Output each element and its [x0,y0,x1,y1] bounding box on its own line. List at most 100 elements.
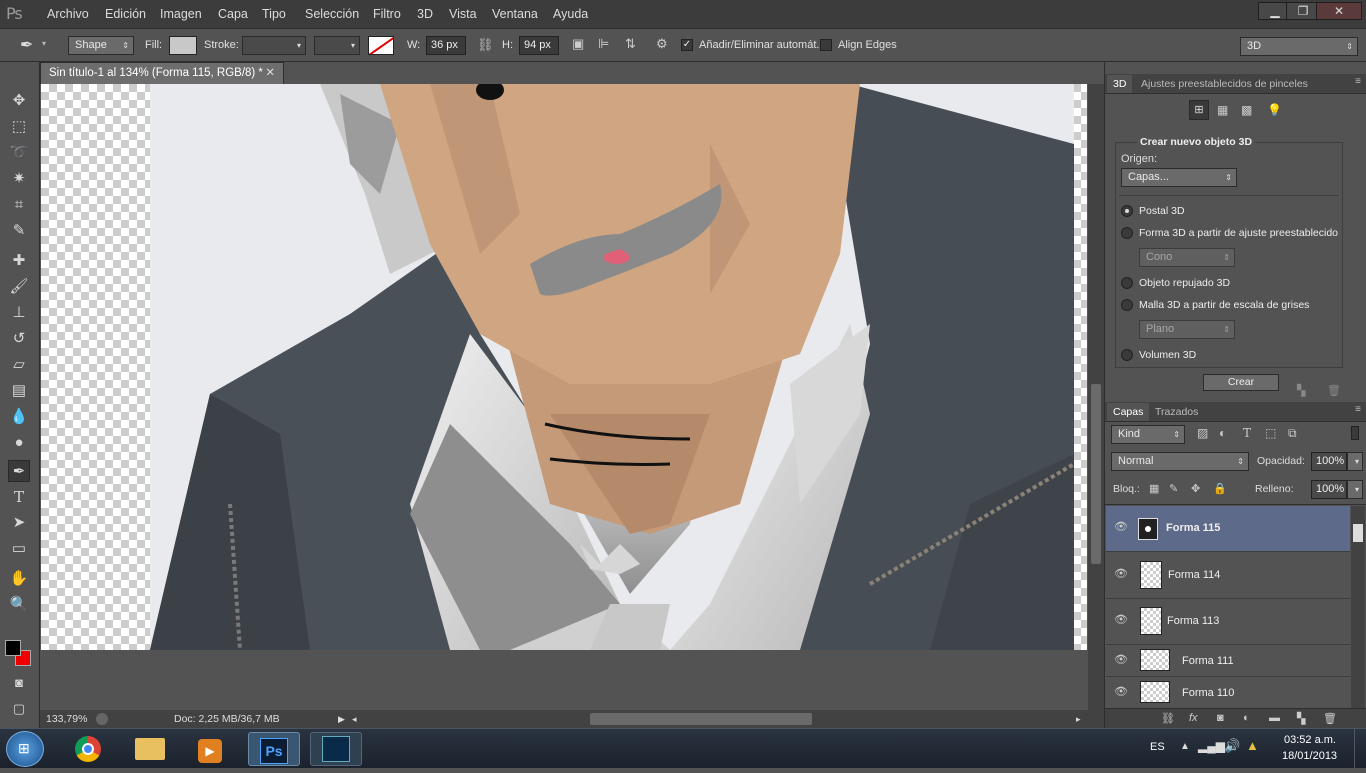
path-selection-tool-icon[interactable]: ➤ [8,512,30,534]
gradient-tool-icon[interactable]: ▤ [8,380,30,402]
new-item-icon[interactable]: ▚ [1297,384,1305,397]
layer-row[interactable]: 👁 Forma 111 [1106,645,1350,677]
preset-shape-radio[interactable] [1121,227,1133,239]
scroll-left-icon[interactable]: ◂ [352,710,357,728]
visibility-eye-icon[interactable]: 👁 [1114,655,1128,666]
tab-layers[interactable]: Capas [1107,403,1150,421]
layers-scrollbar[interactable] [1351,506,1365,708]
workspace-select[interactable]: 3D ⇕ [1240,37,1358,56]
gear-icon[interactable]: ⚙ [656,36,668,52]
menu-ayuda[interactable]: Ayuda [553,7,588,21]
origin-select[interactable]: Capas... ⇕ [1121,168,1237,187]
vertical-scroll-thumb[interactable] [1091,384,1101,564]
layer-row[interactable]: 👁 Forma 115 [1106,506,1350,552]
extrusion-radio[interactable] [1121,277,1133,289]
explorer-folder-icon[interactable] [124,732,176,766]
filter-toggle[interactable] [1351,426,1359,440]
layer-name[interactable]: Forma 111 [1182,655,1234,667]
delete-layer-icon[interactable]: 🗑 [1323,712,1337,725]
grayscale-mesh-radio[interactable] [1121,299,1133,311]
tab-3d[interactable]: 3D [1107,75,1133,93]
illustration-artwork[interactable] [150,84,1074,650]
layer-name[interactable]: Forma 115 [1166,522,1220,534]
photoshop-taskbar-icon[interactable]: Ps [248,732,300,766]
app-window-icon[interactable] [310,732,362,766]
chrome-icon[interactable] [62,732,114,766]
menu-archivo[interactable]: Archivo [47,7,89,21]
panel-menu-icon[interactable]: ≡ [1355,76,1361,87]
quick-mask-icon[interactable]: ◙ [8,672,30,694]
history-brush-tool-icon[interactable]: ↺ [8,328,30,350]
blur-tool-icon[interactable]: 💧 [8,406,30,428]
clock-time[interactable]: 03:52 a.m. [1284,734,1336,746]
pen-tool-icon[interactable]: ✒ [8,460,30,482]
fill-field[interactable]: 100% [1311,480,1347,499]
layer-name[interactable]: Forma 110 [1182,687,1234,699]
fill-dropdown[interactable]: ▾ [1347,480,1363,499]
visibility-eye-icon[interactable]: 👁 [1114,522,1128,533]
tool-mode-select[interactable]: Shape ⇕ [68,36,134,55]
postal-3d-radio[interactable] [1121,205,1133,217]
menu-capa[interactable]: Capa [218,7,248,21]
drive-sync-icon[interactable]: ▲ [1246,738,1259,753]
opacity-field[interactable]: 100% [1311,452,1347,471]
healing-brush-tool-icon[interactable]: ✚ [8,250,30,272]
clone-stamp-tool-icon[interactable]: ⊥ [8,302,30,324]
rectangle-tool-icon[interactable]: ▭ [8,538,30,560]
menu-ventana[interactable]: Ventana [492,7,538,21]
zoom-level[interactable]: 133,79% [46,710,87,728]
menu-filtro[interactable]: Filtro [373,7,401,21]
visibility-eye-icon[interactable]: 👁 [1114,687,1128,698]
visibility-eye-icon[interactable]: 👁 [1114,569,1128,580]
move-tool-icon[interactable]: ✥ [8,90,30,112]
layer-name[interactable]: Forma 114 [1168,569,1220,581]
horizontal-scroll-thumb[interactable] [590,713,812,725]
menu-seleccion[interactable]: Selección [305,7,359,21]
link-layers-icon[interactable]: ⛓ [1161,712,1175,725]
blend-mode-select[interactable]: Normal ⇕ [1111,452,1249,471]
lock-image-icon[interactable]: ✎ [1169,482,1178,495]
zoom-tool-icon[interactable]: 🔍 [8,594,30,616]
foreground-color-swatch[interactable] [5,640,21,656]
layer-name[interactable]: Forma 113 [1167,615,1219,627]
scroll-right-icon[interactable]: ▸ [1076,710,1081,728]
eyedropper-tool-icon[interactable]: ✎ [8,220,30,242]
menu-vista[interactable]: Vista [449,7,477,21]
menu-edicion[interactable]: Edición [105,7,146,21]
lock-transparent-icon[interactable]: ▦ [1149,482,1159,495]
tab-paths[interactable]: Trazados [1149,403,1204,421]
close-button[interactable]: ✕ [1316,2,1362,20]
fill-swatch[interactable] [169,36,197,55]
path-arrangement-icon[interactable]: ⇅ [625,36,636,52]
show-desktop-button[interactable] [1354,729,1366,769]
layer-kind-select[interactable]: Kind ⇕ [1111,425,1185,444]
document-tab[interactable]: Sin título-1 al 134% (Forma 115, RGB/8) … [40,62,284,84]
adjustment-filter-icon[interactable]: ◐ [1219,426,1226,440]
volume-icon[interactable]: 🔊 [1224,738,1240,754]
material-filter-icon[interactable]: ▩ [1241,103,1252,117]
lock-position-icon[interactable]: ✥ [1191,482,1200,495]
path-alignment-icon[interactable]: ⊫ [598,36,609,52]
show-hidden-icons-icon[interactable]: ▲ [1180,741,1190,752]
stroke-type-select[interactable]: ▾ [314,36,360,55]
link-icon[interactable]: ⛓ [477,37,494,53]
smart-object-filter-icon[interactable]: ⧉ [1288,426,1297,441]
scene-filter-icon[interactable]: ⊞ [1189,100,1209,120]
visibility-eye-icon[interactable]: 👁 [1114,615,1128,626]
start-button[interactable]: ⊞ [6,731,44,767]
light-filter-icon[interactable]: 💡 [1267,103,1282,117]
align-edges-checkbox[interactable] [820,39,832,51]
stroke-swatch[interactable]: ▾ [242,36,306,55]
crop-tool-icon[interactable]: ⌗ [8,194,30,216]
opacity-dropdown[interactable]: ▾ [1347,452,1363,471]
vertical-scrollbar[interactable] [1088,84,1104,710]
maximize-button[interactable]: ❐ [1286,2,1320,20]
layer-style-icon[interactable]: fx [1189,712,1198,724]
stroke-color-swatch[interactable] [368,36,394,55]
brush-tool-icon[interactable]: 🖌 [8,276,30,298]
menu-3d[interactable]: 3D [417,7,433,21]
magic-wand-tool-icon[interactable]: ✷ [8,168,30,190]
network-signal-icon[interactable]: ▂▄▆ [1198,739,1225,753]
lasso-tool-icon[interactable]: ➰ [8,142,30,164]
volume-3d-radio[interactable] [1121,349,1133,361]
